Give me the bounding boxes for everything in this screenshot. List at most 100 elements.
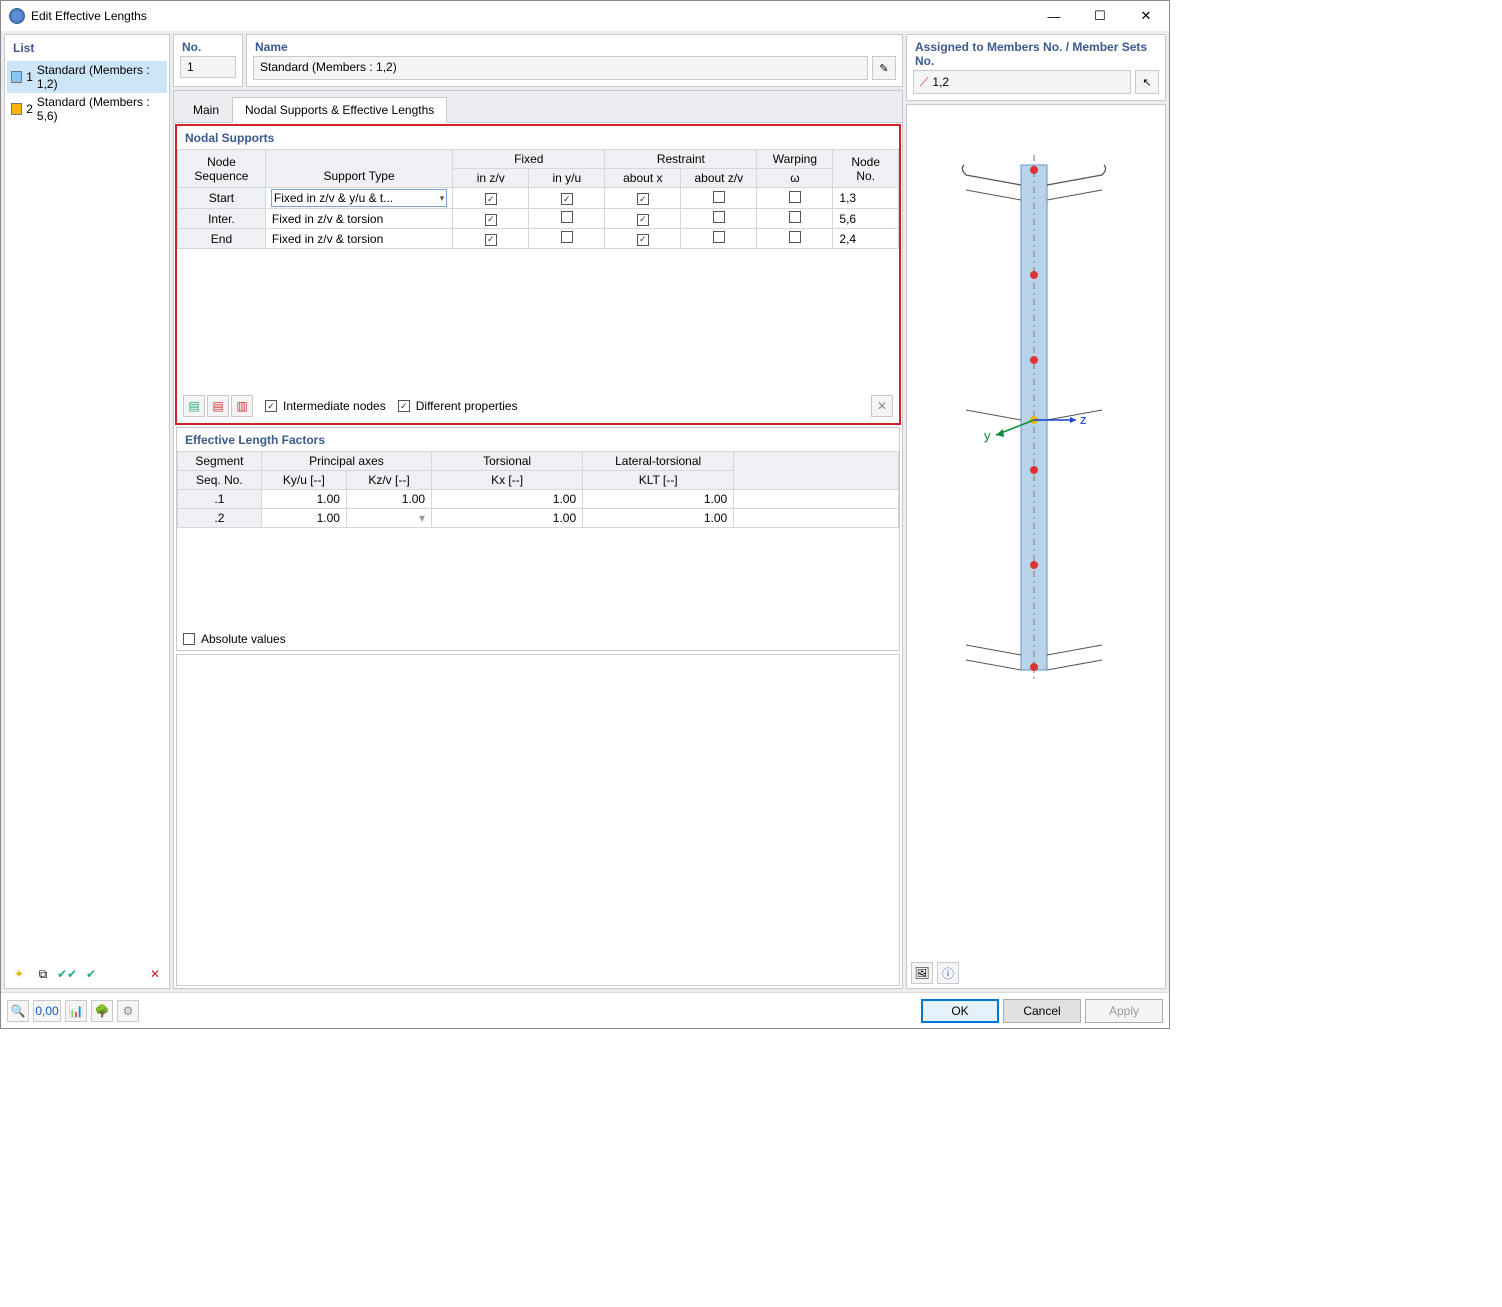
graphs-button[interactable]: 📊	[65, 1000, 87, 1022]
apply-button[interactable]: Apply	[1085, 999, 1163, 1023]
list-item-index: 2	[26, 102, 33, 116]
bottom-bar: 🔍 0,00 📊 🌳 ⚙ OK Cancel Apply	[1, 992, 1169, 1028]
effective-length-grid[interactable]: Segment Principal axes Torsional Lateral…	[177, 451, 899, 528]
checkbox-icon[interactable]	[637, 234, 649, 246]
delete-item-button[interactable]: ✕	[144, 963, 166, 985]
chevron-down-icon: ▾	[440, 193, 445, 204]
checkbox-icon[interactable]	[713, 231, 725, 243]
list-panel: List 1Standard (Members : 1,2)2Standard …	[4, 34, 170, 989]
maximize-button[interactable]: ☐	[1077, 1, 1123, 31]
ns-hdr-warping: Warping	[757, 150, 833, 169]
el-hdr-segment-l1: Segment	[178, 452, 262, 471]
checkbox-icon[interactable]	[485, 214, 497, 226]
edit-name-button[interactable]: ✎	[872, 56, 896, 80]
checkbox-icon[interactable]	[789, 231, 801, 243]
uncheck-all-button[interactable]: ✔	[80, 963, 102, 985]
checkbox-icon[interactable]	[561, 193, 573, 205]
ns-node-extra-button[interactable]: ▥	[231, 395, 253, 417]
units-button[interactable]: 0,00	[33, 1000, 61, 1022]
preview-area: z y 🖼 ⓘ	[906, 104, 1166, 989]
name-field-box: Name Standard (Members : 1,2) ✎	[246, 34, 903, 87]
ok-button[interactable]: OK	[921, 999, 999, 1023]
ns-node-add-button[interactable]: ▤	[183, 395, 205, 417]
ns-hdr-node-l2: Sequence	[194, 169, 248, 183]
tab-content: Nodal Supports Node Sequence Support Typ…	[174, 122, 902, 988]
list-item-label: Standard (Members : 5,6)	[37, 95, 163, 123]
name-label: Name	[247, 35, 902, 56]
effective-length-title: Effective Length Factors	[177, 428, 899, 451]
list-item[interactable]: 1Standard (Members : 1,2)	[7, 61, 167, 93]
nodal-supports-grid[interactable]: Node Sequence Support Type Fixed Restrai…	[177, 149, 899, 249]
help-button[interactable]: 🔍	[7, 1000, 29, 1022]
ns-row[interactable]: StartFixed in z/v & y/u & t...▾1,3	[178, 188, 899, 209]
checkbox-icon[interactable]	[637, 214, 649, 226]
intermediate-nodes-checkbox[interactable]: Intermediate nodes	[265, 399, 386, 413]
pick-members-button[interactable]: ↖	[1135, 70, 1159, 94]
checkbox-icon[interactable]	[485, 193, 497, 205]
checkbox-icon[interactable]	[485, 234, 497, 246]
assigned-label: Assigned to Members No. / Member Sets No…	[907, 35, 1165, 70]
content-area: List 1Standard (Members : 1,2)2Standard …	[1, 31, 1169, 992]
checkbox-icon[interactable]	[713, 191, 725, 203]
close-button[interactable]: ✕	[1123, 1, 1169, 31]
el-bottom-bar: Absolute values	[177, 628, 899, 650]
ns-close-icon[interactable]: ✕	[871, 395, 893, 417]
ns-row[interactable]: EndFixed in z/v & torsion2,4	[178, 229, 899, 249]
assigned-value: 1,2	[932, 75, 949, 89]
checkbox-icon[interactable]	[561, 231, 573, 243]
el-row[interactable]: .11.001.001.001.00	[178, 490, 899, 509]
ns-node-remove-button[interactable]: ▤	[207, 395, 229, 417]
ns-hdr-aboutx: about x	[605, 169, 681, 188]
ns-hdr-restraint: Restraint	[605, 150, 757, 169]
column-preview-svg: z y	[926, 145, 1146, 715]
list-body: 1Standard (Members : 1,2) 2 Standard (Memb…	[5, 59, 169, 959]
el-hdr-klt: KLT [--]	[583, 471, 734, 490]
el-hdr-kyu: Ky/u [--]	[261, 471, 346, 490]
el-row[interactable]: .21.00▾1.001.00	[178, 509, 899, 528]
axis-y-label: y	[984, 428, 991, 443]
preview-view-button[interactable]: 🖼	[911, 962, 933, 984]
ns-row[interactable]: Inter.Fixed in z/v & torsion5,6	[178, 209, 899, 229]
minimize-button[interactable]: —	[1031, 1, 1077, 31]
list-item[interactable]: 2 Standard (Members : 5,6)	[7, 93, 167, 125]
new-item-button[interactable]: ✦	[8, 963, 30, 985]
tab-nodal-supports[interactable]: Nodal Supports & Effective Lengths	[232, 97, 447, 123]
right-panel: Assigned to Members No. / Member Sets No…	[906, 34, 1166, 989]
ns-hdr-omega: ω	[757, 169, 833, 188]
copy-item-button[interactable]: ⧉	[32, 963, 54, 985]
ns-toolbar: ▤ ▤ ▥ Intermediate nodes	[177, 389, 899, 423]
no-input[interactable]: 1	[180, 56, 236, 78]
el-hdr-kzv: Kz/v [--]	[346, 471, 431, 490]
settings-button[interactable]: ⚙	[117, 1000, 139, 1022]
checkbox-icon[interactable]	[713, 211, 725, 223]
tab-main[interactable]: Main	[180, 97, 232, 123]
preview-info-button[interactable]: ⓘ	[937, 962, 959, 984]
effective-length-section: Effective Length Factors Segment Princip…	[176, 427, 900, 651]
checkbox-icon[interactable]	[789, 211, 801, 223]
absolute-values-checkbox[interactable]: Absolute values	[183, 632, 286, 646]
upper-area: List 1Standard (Members : 1,2)2Standard …	[4, 34, 1166, 989]
no-field-box: No. 1	[173, 34, 243, 87]
checkbox-icon[interactable]	[789, 191, 801, 203]
check-all-button[interactable]: ✔✔	[56, 963, 78, 985]
intermediate-nodes-cb-box	[265, 400, 277, 412]
list-toolbar: ✦ ⧉ ✔✔ ✔ ✕	[5, 959, 169, 988]
axis-z-label: z	[1080, 412, 1087, 427]
ns-hdr-fixed: Fixed	[453, 150, 605, 169]
ns-hdr-node-l1: Node	[207, 155, 236, 169]
ns-hdr-inzv: in z/v	[453, 169, 529, 188]
support-type-dropdown[interactable]: Fixed in z/v & y/u & t...▾	[271, 189, 447, 207]
assigned-input[interactable]: ⟋ 1,2	[913, 70, 1131, 94]
ns-hdr-nodeno-l2: No.	[856, 169, 875, 183]
cancel-button[interactable]: Cancel	[1003, 999, 1081, 1023]
window-controls: — ☐ ✕	[1031, 1, 1169, 31]
checkbox-icon[interactable]	[561, 211, 573, 223]
tab-row: Main Nodal Supports & Effective Lengths	[174, 91, 902, 123]
tree-button[interactable]: 🌳	[91, 1000, 113, 1022]
el-hdr-lattors: Lateral-torsional	[583, 452, 734, 471]
nodal-supports-title: Nodal Supports	[177, 126, 899, 149]
checkbox-icon[interactable]	[637, 193, 649, 205]
different-properties-checkbox[interactable]: Different properties	[398, 399, 518, 413]
name-input[interactable]: Standard (Members : 1,2)	[253, 56, 868, 80]
el-hdr-kx: Kx [--]	[432, 471, 583, 490]
